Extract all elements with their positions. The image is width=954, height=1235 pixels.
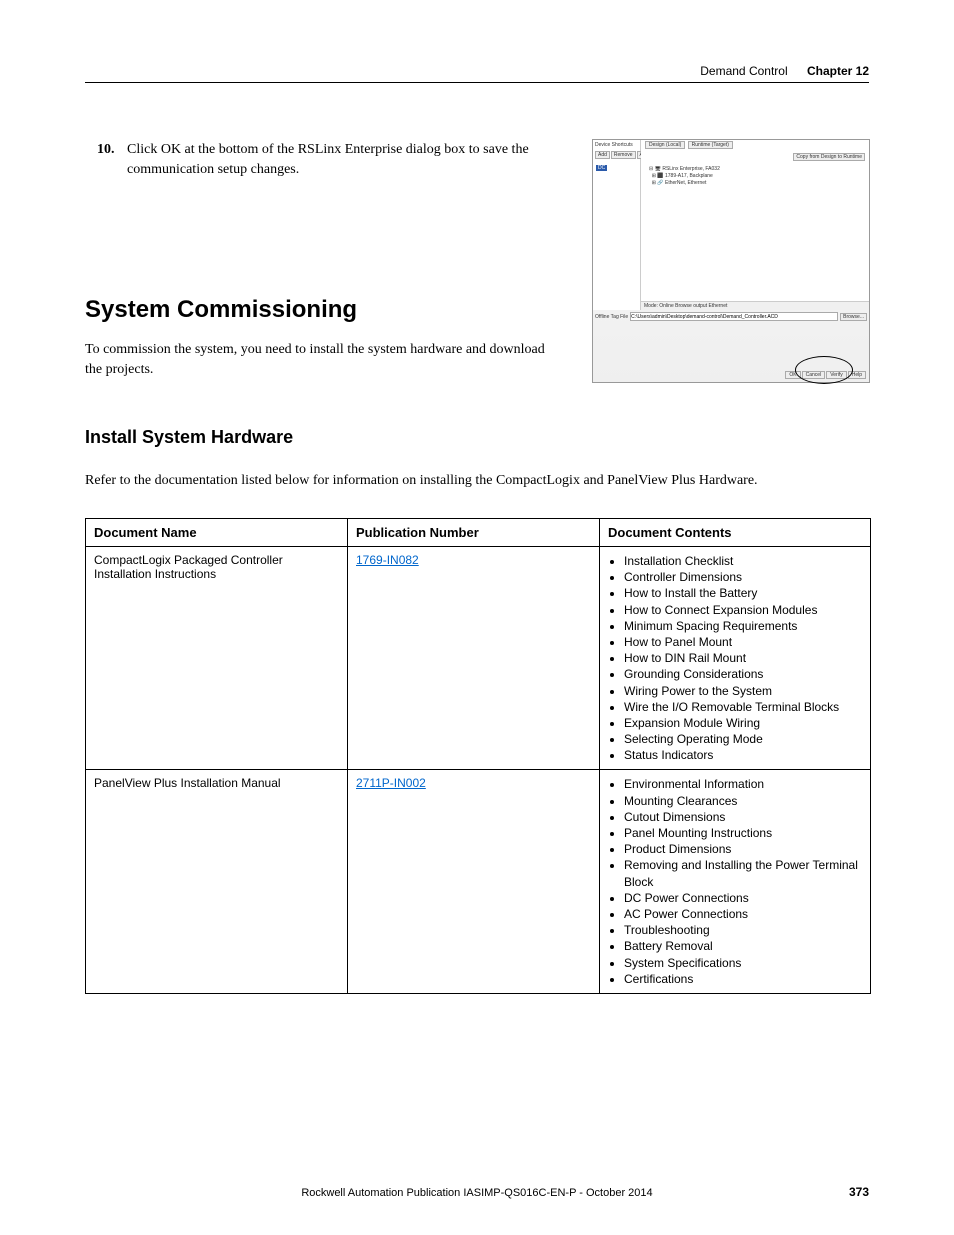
shortcuts-panel: Device Shortcuts Add Remove Apply DC bbox=[593, 140, 641, 310]
rslinx-dialog-screenshot: Device Shortcuts Add Remove Apply DC Des… bbox=[592, 139, 870, 383]
footer-publication: Rockwell Automation Publication IASIMP-Q… bbox=[301, 1187, 652, 1199]
design-panel: Design (Local) Runtime (Target) Copy fro… bbox=[641, 140, 869, 310]
content-item: AC Power Connections bbox=[624, 906, 862, 922]
cancel-button[interactable]: Cancel bbox=[802, 371, 826, 379]
remove-button[interactable]: Remove bbox=[611, 151, 636, 159]
content-item: How to DIN Rail Mount bbox=[624, 650, 862, 666]
tree-node-3[interactable]: EtherNet, Ethernet bbox=[665, 180, 706, 186]
content-item: How to Connect Expansion Modules bbox=[624, 602, 862, 618]
content-item: Cutout Dimensions bbox=[624, 809, 862, 825]
step-text: Click OK at the bottom of the RSLinx Ent… bbox=[127, 140, 572, 179]
content-item: Certifications bbox=[624, 971, 862, 987]
chapter-label: Chapter 12 bbox=[807, 64, 869, 78]
content-item: Expansion Module Wiring bbox=[624, 715, 862, 731]
step-number: 10. bbox=[97, 140, 127, 160]
content-item: Controller Dimensions bbox=[624, 569, 862, 585]
offline-tag-label: Offline Tag File bbox=[595, 314, 628, 320]
documentation-table: Document Name Publication Number Documen… bbox=[85, 518, 871, 994]
content-item: Product Dimensions bbox=[624, 841, 862, 857]
ok-button[interactable]: OK bbox=[785, 371, 800, 379]
refer-paragraph: Refer to the documentation listed below … bbox=[85, 471, 865, 491]
table-row: PanelView Plus Installation Manual 2711P-… bbox=[86, 770, 871, 993]
content-item: Status Indicators bbox=[624, 747, 862, 763]
offline-tag-row: Offline Tag File Browse... bbox=[595, 312, 867, 321]
shortcut-selected[interactable]: DC bbox=[596, 165, 607, 171]
doc-name-cell: CompactLogix Packaged Controller Install… bbox=[86, 547, 348, 770]
pub-link[interactable]: 2711P-IN002 bbox=[356, 776, 426, 790]
content-item: Mounting Clearances bbox=[624, 793, 862, 809]
dialog-footer-buttons: OK Cancel Verify Help bbox=[785, 371, 866, 379]
page-header: Demand Control Chapter 12 bbox=[85, 64, 869, 83]
design-local-tab[interactable]: Design (Local) bbox=[645, 141, 685, 149]
step-10: 10. Click OK at the bottom of the RSLinx… bbox=[97, 140, 572, 179]
doc-contents-cell: Environmental InformationMounting Cleara… bbox=[600, 770, 871, 993]
content-item: Selecting Operating Mode bbox=[624, 731, 862, 747]
content-item: Environmental Information bbox=[624, 776, 862, 792]
add-button[interactable]: Add bbox=[595, 151, 610, 159]
design-tabs: Design (Local) Runtime (Target) bbox=[645, 142, 734, 148]
table-row: CompactLogix Packaged Controller Install… bbox=[86, 547, 871, 770]
content-item: How to Install the Battery bbox=[624, 585, 862, 601]
header-title: Demand Control bbox=[700, 64, 787, 78]
content-item: System Specifications bbox=[624, 955, 862, 971]
tree-node-2[interactable]: 1789-A17, Backplane bbox=[665, 173, 713, 179]
table-header-row: Document Name Publication Number Documen… bbox=[86, 519, 871, 547]
pub-link[interactable]: 1769-IN082 bbox=[356, 553, 419, 567]
col-doc-name: Document Name bbox=[86, 519, 348, 547]
page-number: 373 bbox=[849, 1185, 869, 1199]
content-item: How to Panel Mount bbox=[624, 634, 862, 650]
mode-bar: Mode: Online Browse output Ethernet bbox=[641, 301, 869, 310]
tree-node-1[interactable]: RSLinx Enterprise, FA032 bbox=[662, 166, 720, 172]
content-item: Installation Checklist bbox=[624, 553, 862, 569]
copy-button[interactable]: Copy from Design to Runtime bbox=[793, 153, 865, 161]
pub-number-cell: 1769-IN082 bbox=[348, 547, 600, 770]
system-commissioning-heading: System Commissioning bbox=[85, 296, 357, 324]
verify-button[interactable]: Verify bbox=[826, 371, 847, 379]
content-item: Removing and Installing the Power Termin… bbox=[624, 857, 862, 889]
shortcuts-tab: Device Shortcuts bbox=[595, 142, 633, 148]
content-item: Grounding Considerations bbox=[624, 666, 862, 682]
commission-paragraph: To commission the system, you need to in… bbox=[85, 340, 555, 379]
content-item: DC Power Connections bbox=[624, 890, 862, 906]
content-item: Panel Mounting Instructions bbox=[624, 825, 862, 841]
offline-tag-input[interactable] bbox=[630, 312, 838, 321]
doc-contents-cell: Installation ChecklistController Dimensi… bbox=[600, 547, 871, 770]
content-item: Wire the I/O Removable Terminal Blocks bbox=[624, 699, 862, 715]
content-item: Troubleshooting bbox=[624, 922, 862, 938]
runtime-target-tab[interactable]: Runtime (Target) bbox=[688, 141, 733, 149]
content-item: Minimum Spacing Requirements bbox=[624, 618, 862, 634]
ok-highlight-oval bbox=[795, 356, 853, 384]
doc-name-cell: PanelView Plus Installation Manual bbox=[86, 770, 348, 993]
col-doc-contents: Document Contents bbox=[600, 519, 871, 547]
content-item: Wiring Power to the System bbox=[624, 683, 862, 699]
col-pub-number: Publication Number bbox=[348, 519, 600, 547]
device-tree[interactable]: ⊟ 🖥 RSLinx Enterprise, FA032 ⊞ ⬛ 1789-A1… bbox=[649, 166, 720, 187]
install-hardware-heading: Install System Hardware bbox=[85, 427, 293, 448]
browse-button[interactable]: Browse... bbox=[840, 313, 867, 321]
page-footer: Rockwell Automation Publication IASIMP-Q… bbox=[85, 1187, 869, 1199]
pub-number-cell: 2711P-IN002 bbox=[348, 770, 600, 993]
help-button[interactable]: Help bbox=[848, 371, 866, 379]
content-item: Battery Removal bbox=[624, 938, 862, 954]
